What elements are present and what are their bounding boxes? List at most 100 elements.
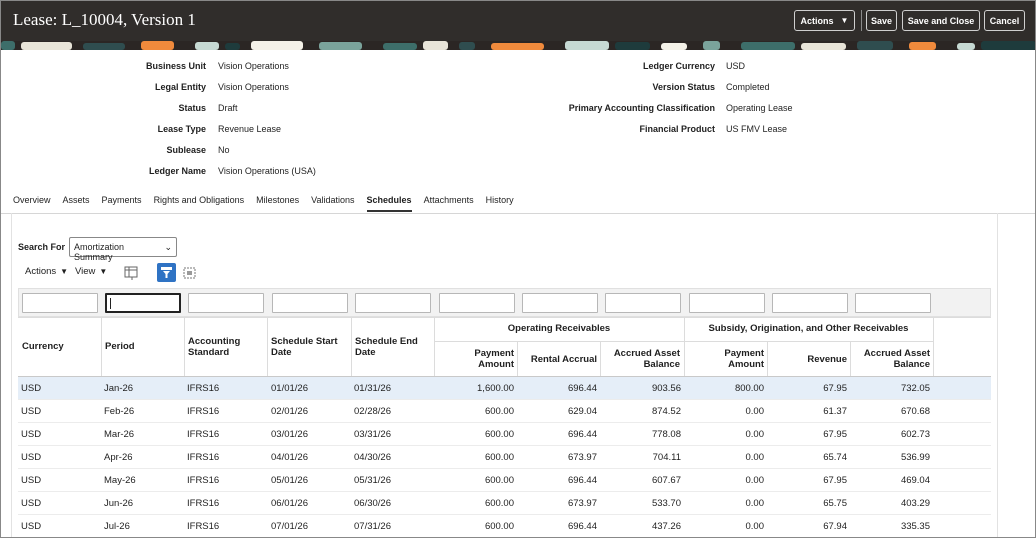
field-value-business-unit: Vision Operations [218,61,289,71]
col-header-period[interactable]: Period [105,341,181,352]
tab-bar: Overview Assets Payments Rights and Obligat… [13,192,526,212]
filter-input[interactable] [855,293,931,313]
tab-schedules[interactable]: Schedules [366,192,412,212]
field-label-ledger-name: Ledger Name [148,166,206,176]
col-header-payment-amount[interactable]: Payment Amount [438,348,514,370]
col-header-rental-accrual[interactable]: Rental Accrual [521,354,597,365]
freeze-columns-button[interactable] [121,263,140,282]
field-label-business-unit: Business Unit [145,61,206,71]
field-value-legal-entity: Vision Operations [218,82,289,92]
tab-payments[interactable]: Payments [102,192,142,212]
filter-input[interactable] [772,293,848,313]
col-header-revenue[interactable]: Revenue [771,354,847,365]
lease-window: Lease: L_10004, Version 1 Actions ▼ Save… [0,0,1036,538]
detach-button[interactable] [180,263,199,282]
actions-menu-label: Actions [800,15,834,26]
banner-shape [459,42,475,50]
col-header-currency[interactable]: Currency [22,341,98,352]
banner-shape [741,42,795,50]
table-cell: 61.37 [823,406,847,417]
tab-attachments[interactable]: Attachments [424,192,474,212]
table-cell: USD [21,521,42,532]
group-header-subsidy-receivables: Subsidy, Origination, and Other Receivab… [708,323,909,334]
table-cell: 600.00 [484,429,514,440]
table-row[interactable]: USD Jul-26 IFRS16 07/01/26 07/31/26 600.00 696… [18,515,991,537]
table-cell: Feb-26 [104,406,135,417]
column-divider [101,317,102,376]
table-cell: 05/01/26 [271,475,308,486]
query-by-example-button[interactable] [157,263,176,282]
table-cell: 05/31/26 [354,475,391,486]
column-divider [517,341,518,376]
banner-shape [957,43,975,50]
table-cell: 600.00 [484,498,514,509]
table-cell: IFRS16 [187,521,220,532]
search-for-select[interactable]: Amortization Summary ⌄ [69,237,177,262]
table-row[interactable]: USD Apr-26 IFRS16 04/01/26 04/30/26 600.00 673… [18,446,991,469]
tab-overview[interactable]: Overview [13,192,51,212]
banner-shape [1,41,15,50]
filter-input[interactable] [272,293,348,313]
col-header-accounting-standard[interactable]: Accounting Standard [188,336,264,358]
tab-assets[interactable]: Assets [63,192,90,212]
filter-row [18,288,991,317]
table-row[interactable]: USD May-26 IFRS16 05/01/26 05/31/26 600.00 696… [18,469,991,492]
table-cell: 536.99 [900,452,930,463]
filter-input[interactable] [105,293,181,313]
filter-input[interactable] [355,293,431,313]
filter-input[interactable] [689,293,765,313]
caret-down-icon: ▼ [60,267,69,276]
table-cell: Mar-26 [104,429,135,440]
table-cell: 696.44 [567,429,597,440]
table-cell: May-26 [104,475,136,486]
banner-shape [195,42,219,50]
table-cell: IFRS16 [187,475,220,486]
filter-input[interactable] [22,293,98,313]
filter-input[interactable] [188,293,264,313]
table-cell: 874.52 [651,406,681,417]
field-value-lease-type: Revenue Lease [218,124,282,134]
table-cell: 06/30/26 [354,498,391,509]
field-value-financial-product: US FMV Lease [726,124,788,134]
col-header-schedule-start-date[interactable]: Schedule Start Date [271,336,347,358]
table-row[interactable]: USD Jan-26 IFRS16 01/01/26 01/31/26 1,600.00 6… [18,377,991,400]
banner-shape [423,41,448,50]
table-actions-menu[interactable]: Actions ▼ [25,266,68,277]
col-header-schedule-end-date[interactable]: Schedule End Date [355,336,431,358]
column-divider [850,341,851,376]
banner-shape [661,43,687,50]
table-cell: 607.67 [651,475,681,486]
table-row[interactable]: USD Jun-26 IFRS16 06/01/26 06/30/26 600.00 673… [18,492,991,515]
chevron-down-icon: ⌄ [164,242,172,252]
view-menu-label: View [75,266,96,277]
col-header-payment-amount-2[interactable]: Payment Amount [688,348,764,370]
col-header-accrued-asset-balance[interactable]: Accrued Asset Balance [604,348,680,370]
table-cell: 670.68 [900,406,930,417]
filter-input[interactable] [522,293,598,313]
banner-shape [383,43,417,50]
col-header-accrued-asset-balance-2[interactable]: Accrued Asset Balance [854,348,930,370]
table-cell: IFRS16 [187,452,220,463]
filter-input[interactable] [439,293,515,313]
tab-rights-and-obligations[interactable]: Rights and Obligations [154,192,245,212]
tab-history[interactable]: History [486,192,514,212]
table-cell: 600.00 [484,475,514,486]
filter-input[interactable] [605,293,681,313]
table-row[interactable]: USD Feb-26 IFRS16 02/01/26 02/28/26 600.00 629… [18,400,991,423]
tab-validations[interactable]: Validations [311,192,354,212]
amortization-table: Currency Period Accounting Standard Sche… [18,288,991,537]
save-button[interactable]: Save [866,10,897,31]
table-row[interactable]: USD Mar-26 IFRS16 03/01/26 03/31/26 600.00 696… [18,423,991,446]
save-and-close-button[interactable]: Save and Close [902,10,980,31]
tab-milestones[interactable]: Milestones [256,192,299,212]
view-menu[interactable]: View ▼ [75,266,107,277]
table-cell: Jun-26 [104,498,134,509]
actions-menu-button[interactable]: Actions ▼ [794,10,855,31]
banner-shape [909,42,936,50]
table-cell: USD [21,429,42,440]
cancel-button[interactable]: Cancel [984,10,1025,31]
table-cell: 629.04 [567,406,597,417]
header-divider [861,10,862,31]
table-cell: Jul-26 [104,521,130,532]
field-label-primary-accounting-classification: Primary Accounting Classification [568,103,715,113]
